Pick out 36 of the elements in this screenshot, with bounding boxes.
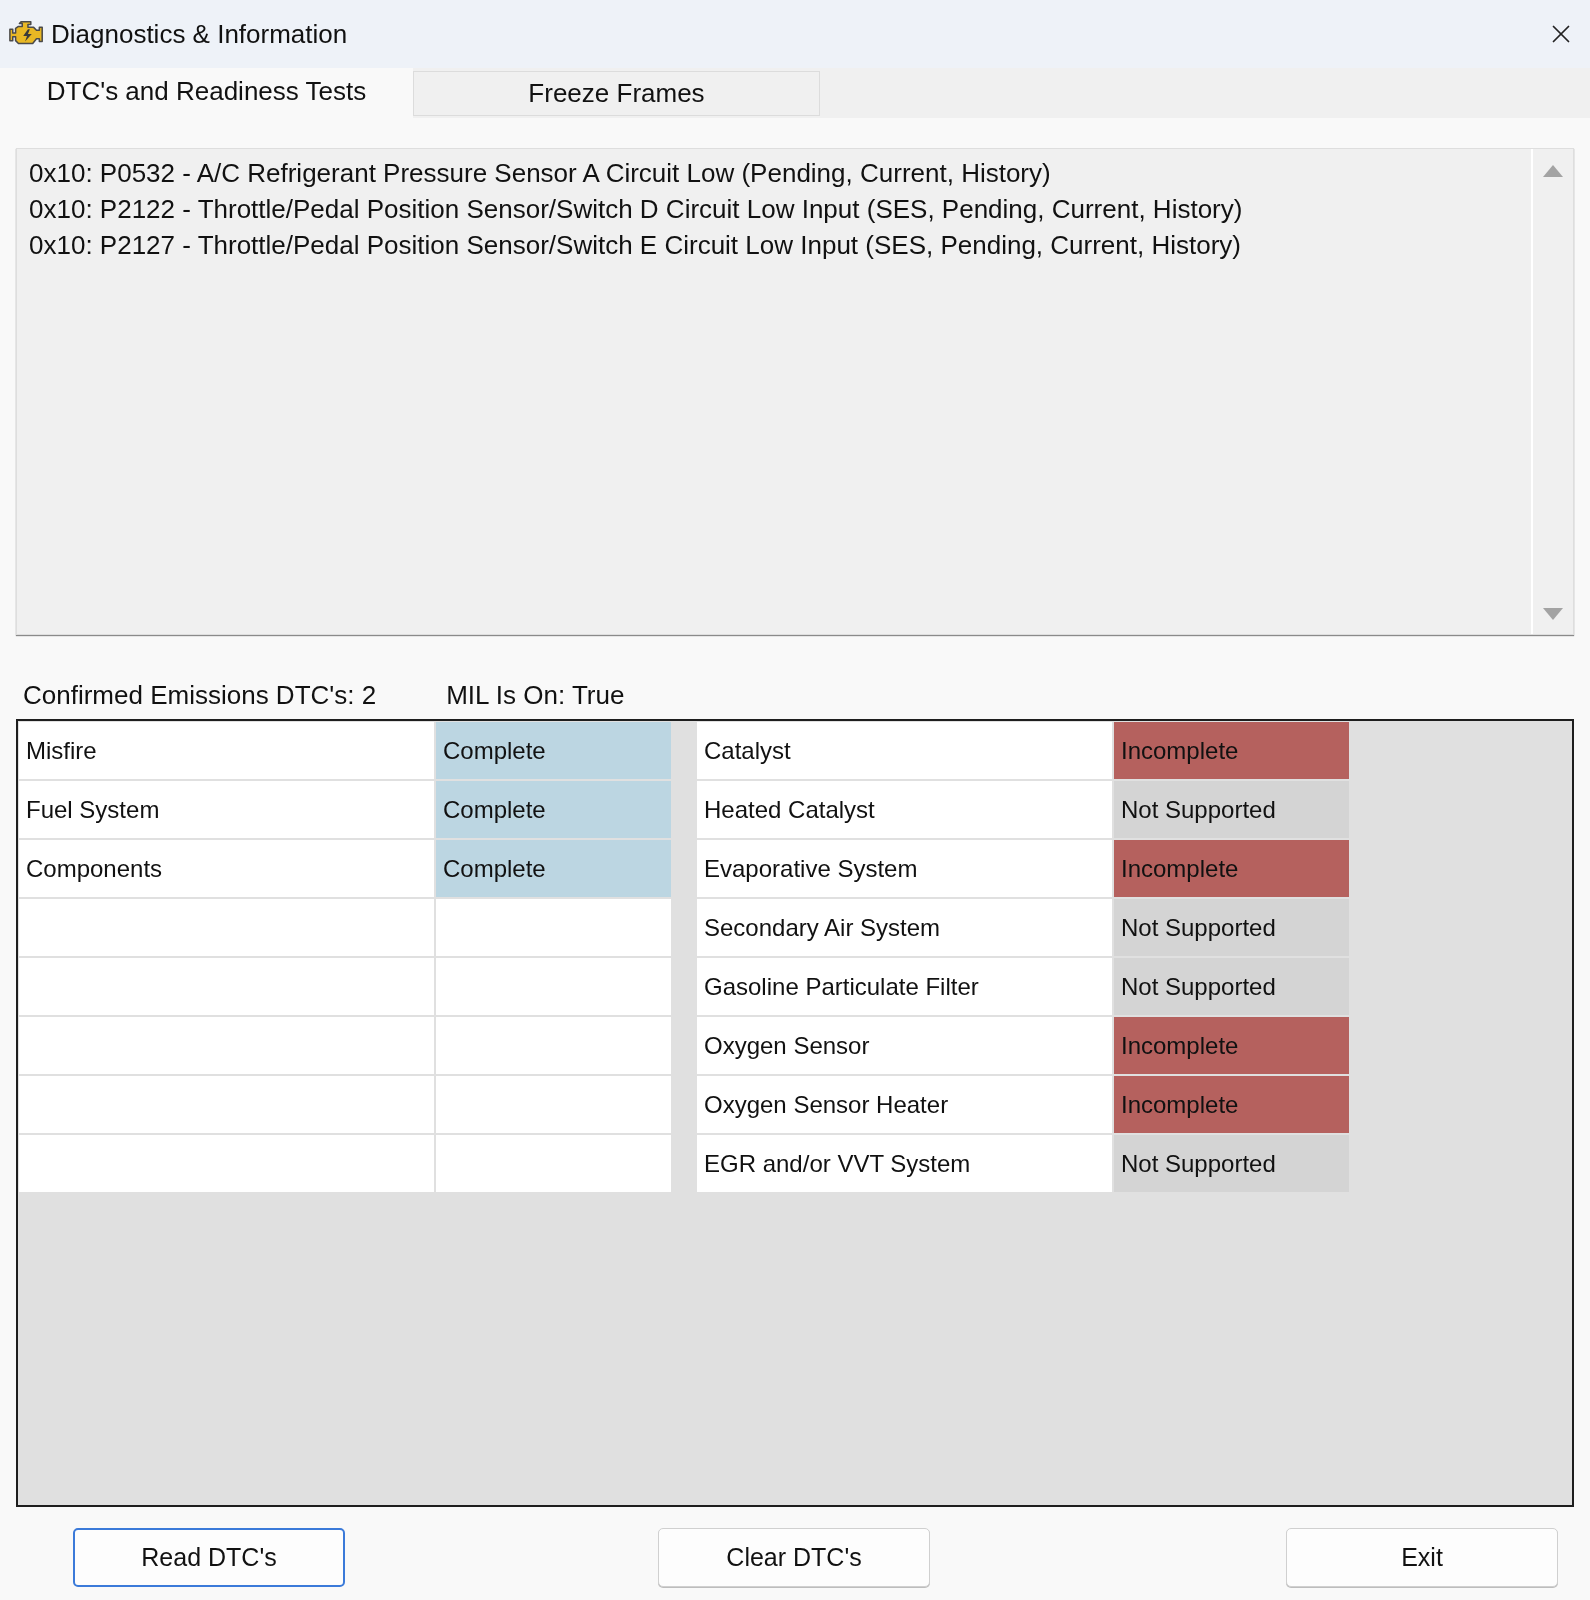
test-name-cell: Secondary Air System	[697, 899, 1112, 956]
tab[interactable]: Freeze Frames	[413, 71, 820, 116]
dtc-entry[interactable]: 0x10: P0532 - A/C Refrigerant Pressure Sensor A Circuit Low (Pending, Current, History)	[29, 155, 1531, 191]
dtc-entry[interactable]: 0x10: P2122 - Throttle/Pedal Position Sensor/Switch D Circuit Low Input (SES, Pending, Current, History)	[29, 191, 1531, 227]
dtc-list-box[interactable]	[16, 148, 1574, 635]
status-cell: Incomplete	[1114, 722, 1349, 779]
status-cell: Incomplete	[1114, 1076, 1349, 1133]
action-button[interactable]: Read DTC's	[73, 1528, 345, 1587]
status-cell: Not Supported	[1114, 958, 1349, 1015]
test-name-cell: Evaporative System	[697, 840, 1112, 897]
action-button[interactable]: Clear DTC's	[658, 1528, 930, 1587]
status-cell: Incomplete	[1114, 840, 1349, 897]
test-name-cell: Components	[19, 840, 434, 897]
test-name-cell: Misfire	[19, 722, 434, 779]
status-cell: Complete	[436, 722, 671, 779]
test-name-cell: Catalyst	[697, 722, 1112, 779]
mil-status: MIL Is On: True	[446, 678, 625, 712]
status-cell: Not Supported	[1114, 1135, 1349, 1192]
tab[interactable]: DTC's and Readiness Tests	[0, 68, 413, 118]
test-name-cell: Oxygen Sensor Heater	[697, 1076, 1112, 1133]
dtc-entry[interactable]: 0x10: P2127 - Throttle/Pedal Position Sensor/Switch E Circuit Low Input (SES, Pending, Current, History)	[29, 227, 1531, 263]
confirmed-dtc-count: Confirmed Emissions DTC's: 2	[23, 678, 377, 712]
status-cell: Incomplete	[1114, 1017, 1349, 1074]
status-cell: Not Supported	[1114, 781, 1349, 838]
status-cell: Complete	[436, 840, 671, 897]
test-name-cell: Heated Catalyst	[697, 781, 1112, 838]
test-name-cell: EGR and/or VVT System	[697, 1135, 1112, 1192]
test-name-cell: Gasoline Particulate Filter	[697, 958, 1112, 1015]
scroll-down-icon[interactable]	[1543, 608, 1563, 620]
status-cell: Not Supported	[1114, 899, 1349, 956]
test-name-cell: Oxygen Sensor	[697, 1017, 1112, 1074]
test-name-cell: Fuel System	[19, 781, 434, 838]
status-cell: Complete	[436, 781, 671, 838]
scroll-up-icon[interactable]	[1543, 165, 1563, 177]
window-title: Diagnostics & Information	[51, 17, 348, 51]
action-button[interactable]: Exit	[1286, 1528, 1558, 1587]
